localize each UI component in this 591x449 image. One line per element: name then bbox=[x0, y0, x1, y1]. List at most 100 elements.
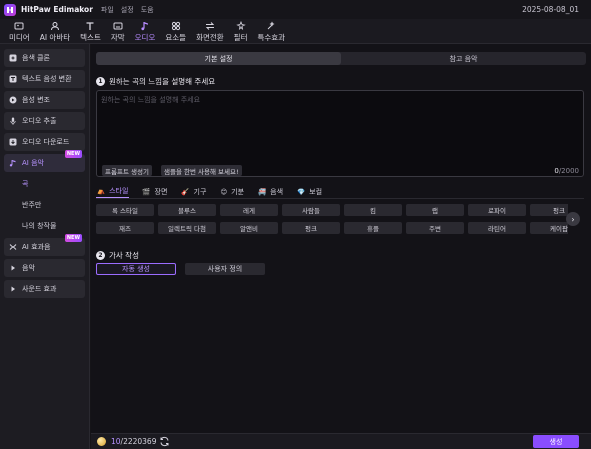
refresh-icon[interactable] bbox=[159, 436, 170, 447]
style-tag[interactable]: 알앤비 bbox=[220, 221, 278, 234]
auto-generate-button[interactable]: 자동 생성 bbox=[96, 263, 176, 275]
tab-label: 스타일 bbox=[109, 187, 129, 195]
credits-total: /2220369 bbox=[120, 437, 157, 446]
sidebar-item-sound-effects[interactable]: 사운드 효과 bbox=[4, 280, 85, 298]
new-badge: NEW bbox=[64, 234, 82, 242]
tab-label: 장면 bbox=[154, 187, 168, 196]
elements-icon bbox=[171, 21, 180, 30]
chevron-right-icon[interactable]: › bbox=[566, 212, 580, 226]
tab-media[interactable]: 미디어 bbox=[4, 19, 35, 44]
ai-music-panel: 기본 설정 참고 음악 1 원하는 곡의 느낌을 설명해 주세요 프롬프트 생성… bbox=[91, 44, 591, 433]
style-tag[interactable]: 킴 bbox=[344, 204, 402, 216]
audio-icon bbox=[141, 21, 148, 30]
style-tag[interactable]: 레게 bbox=[220, 204, 278, 216]
style-tag[interactable]: 펑크 bbox=[530, 204, 568, 216]
tab-label: 기분 bbox=[231, 187, 245, 196]
style-tag[interactable]: 일렉트릭 다첨 bbox=[158, 221, 216, 234]
tab-audio-label: 오디오 bbox=[134, 32, 156, 42]
sidebar-item-label: AI 효과음 bbox=[22, 243, 51, 251]
tab-subtitle[interactable]: 자막 bbox=[106, 19, 130, 44]
style-tag[interactable]: 케이팝 bbox=[530, 221, 568, 234]
project-date: 2025-08-08_01 bbox=[522, 5, 579, 14]
try-sample-button[interactable]: 샘플을 한번 사용해 보세요! bbox=[161, 165, 242, 176]
tab-media-label: 미디어 bbox=[9, 32, 30, 42]
tab-effects-label: 특수효과 bbox=[257, 32, 286, 42]
tab-label: 보컬 bbox=[309, 187, 323, 196]
sidebar-item-audio-extract[interactable]: 오디오 추출 bbox=[4, 112, 85, 130]
play-arrow-icon bbox=[11, 265, 15, 271]
style-tag[interactable]: 펑크 bbox=[282, 221, 340, 234]
guitar-icon: 🎸 bbox=[181, 187, 190, 196]
step-1-heading: 1 원하는 곡의 느낌을 설명해 주세요 bbox=[96, 76, 215, 87]
style-tag[interactable]: 로파이 bbox=[468, 204, 526, 216]
sidebar-item-music[interactable]: 음악 bbox=[4, 259, 85, 277]
sidebar-subitem-my-creations[interactable]: 나의 창작물 bbox=[4, 217, 85, 235]
app-logo-icon bbox=[4, 3, 16, 16]
sidebar: 음색 클론 텍스트 음성 변환 음성 변조 오디오 추출 오디오 다운로드 AI… bbox=[0, 44, 90, 449]
tab-scene[interactable]: 🎬 장면 bbox=[141, 185, 168, 198]
voice-clone-icon bbox=[9, 54, 17, 62]
menu-settings[interactable]: 설정 bbox=[121, 5, 134, 15]
tab-audio[interactable]: 오디오 bbox=[130, 19, 161, 44]
tab-label: 기구 bbox=[193, 187, 207, 196]
sidebar-subitem-song[interactable]: 곡 bbox=[4, 175, 85, 193]
tab-effects[interactable]: 특수효과 bbox=[252, 19, 290, 44]
tab-label: 음색 bbox=[270, 187, 284, 196]
tab-reference-music[interactable]: 참고 음악 bbox=[341, 52, 586, 65]
sidebar-item-voice-changer[interactable]: 음성 변조 bbox=[4, 91, 85, 109]
menu-file[interactable]: 파일 bbox=[101, 5, 114, 15]
style-tag[interactable]: 블루스 bbox=[158, 204, 216, 216]
tab-basic-settings[interactable]: 기본 설정 bbox=[96, 52, 341, 65]
credits-display: 10/2220369 bbox=[111, 437, 156, 446]
play-arrow-icon bbox=[11, 286, 15, 292]
media-icon bbox=[14, 22, 24, 29]
step-number: 2 bbox=[96, 251, 105, 260]
menu-help[interactable]: 도움 bbox=[141, 5, 154, 15]
tab-filter[interactable]: 필터 bbox=[229, 19, 253, 44]
tab-style[interactable]: ⛺ 스타일 bbox=[96, 185, 130, 198]
sidebar-item-ai-music[interactable]: AI 음악 NEW bbox=[4, 150, 85, 172]
custom-lyrics-button[interactable]: 사용자 정의 bbox=[185, 263, 265, 275]
mic-icon bbox=[10, 117, 16, 125]
tab-mood[interactable]: 😊 기분 bbox=[219, 185, 245, 198]
style-icon: ⛺ bbox=[97, 187, 106, 195]
menu-bar: 파일 설정 도움 bbox=[101, 5, 154, 15]
gem-icon: 💎 bbox=[297, 187, 306, 196]
tab-transition[interactable]: 화면전환 bbox=[191, 19, 229, 44]
tab-ai-avatar[interactable]: AI 아바타 bbox=[35, 19, 75, 44]
tab-vocal[interactable]: 💎 보컬 bbox=[296, 185, 323, 198]
style-tag[interactable]: 랩 bbox=[406, 204, 464, 216]
style-tag[interactable]: 록 스타일 bbox=[96, 204, 154, 216]
tab-filter-label: 필터 bbox=[233, 32, 248, 42]
sidebar-item-audio-download[interactable]: 오디오 다운로드 bbox=[4, 133, 85, 151]
title-bar: HitPaw Edimakor 파일 설정 도움 2025-08-08_01 bbox=[0, 0, 591, 19]
sidebar-item-ai-sfx[interactable]: AI 효과음 NEW bbox=[4, 234, 85, 256]
prompt-generator-button[interactable]: 프롬프트 생성기 bbox=[102, 165, 152, 176]
step-title: 원하는 곡의 느낌을 설명해 주세요 bbox=[109, 77, 216, 86]
tab-timbre[interactable]: 🚝 음색 bbox=[257, 185, 284, 198]
generate-button[interactable]: 생성 bbox=[533, 435, 579, 448]
smile-icon: 😊 bbox=[220, 187, 228, 196]
style-tag[interactable]: 사람들 bbox=[282, 204, 340, 216]
sidebar-item-label: 음성 변조 bbox=[22, 96, 50, 104]
tab-elements[interactable]: 요소들 bbox=[160, 19, 191, 44]
tab-text[interactable]: 텍스트 bbox=[75, 19, 106, 44]
music-icon bbox=[9, 160, 16, 167]
style-tag[interactable]: 휴플 bbox=[344, 221, 402, 234]
download-icon bbox=[9, 138, 17, 146]
sidebar-item-label: 음색 클론 bbox=[22, 54, 50, 62]
style-tag[interactable]: 주변 bbox=[406, 221, 464, 234]
sidebar-item-tts[interactable]: 텍스트 음성 변환 bbox=[4, 70, 85, 88]
style-tag[interactable]: 재즈 bbox=[96, 221, 154, 234]
text-icon bbox=[86, 21, 94, 30]
tab-elements-label: 요소들 bbox=[165, 32, 187, 42]
new-badge: NEW bbox=[64, 150, 82, 158]
sidebar-subitem-accompaniment[interactable]: 반주만 bbox=[4, 196, 85, 214]
description-input[interactable] bbox=[97, 91, 583, 161]
main-toolbar: 미디어 AI 아바타 텍스트 자막 오디오 요소들 화면전환 필터 특수효과 bbox=[0, 19, 591, 44]
style-tag[interactable]: 라틴어 bbox=[468, 221, 526, 234]
sidebar-item-voice-clone[interactable]: 음색 클론 bbox=[4, 49, 85, 67]
step-number: 1 bbox=[96, 77, 105, 86]
sidebar-item-label: AI 음악 bbox=[22, 159, 44, 167]
tab-instrument[interactable]: 🎸 기구 bbox=[180, 185, 207, 198]
